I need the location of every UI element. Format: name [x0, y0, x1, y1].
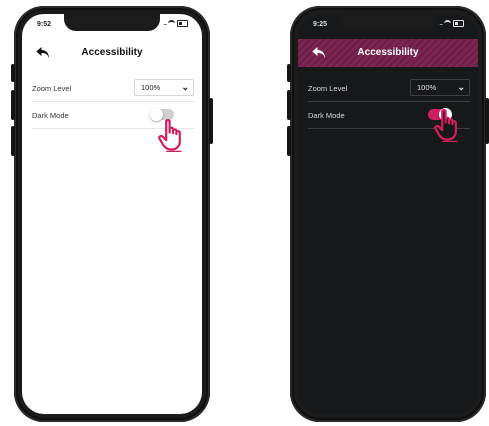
volume-down-button [287, 126, 291, 156]
chevron-down-icon: ⌄ [181, 82, 189, 92]
wifi-icon [168, 20, 175, 27]
screen: 9:25 .... Accessibility Zoom Level 100% … [298, 14, 478, 414]
notch [64, 14, 160, 31]
screen: 9:52 .... Accessibility Zoom Level 100% … [22, 14, 202, 414]
silent-switch [11, 64, 15, 82]
status-icons: .... [439, 20, 464, 27]
hand-pointer-icon [434, 109, 458, 142]
page-title: Accessibility [81, 47, 143, 58]
hand-pointer-icon [158, 119, 182, 152]
status-time: 9:52 [37, 21, 52, 28]
status-time: 9:25 [313, 21, 328, 28]
phone-dark-mode: 9:25 .... Accessibility Zoom Level 100% … [287, 6, 489, 422]
zoom-level-value: 100% [417, 83, 437, 92]
power-button [209, 98, 213, 144]
battery-icon [177, 20, 188, 27]
notch [340, 14, 436, 31]
app-header: Accessibility [298, 39, 478, 67]
battery-icon [453, 20, 464, 27]
signal-icon: .... [163, 20, 167, 27]
zoom-level-row: Zoom Level 100% ⌄ [308, 75, 470, 102]
volume-down-button [11, 126, 15, 156]
zoom-level-value: 100% [141, 83, 161, 92]
power-button [485, 98, 489, 144]
wifi-icon [444, 20, 451, 27]
phone-light-mode: 9:52 .... Accessibility Zoom Level 100% … [11, 6, 213, 422]
signal-icon: .... [439, 20, 443, 27]
zoom-level-select[interactable]: 100% ⌄ [134, 79, 194, 96]
app-header: Accessibility [22, 39, 202, 67]
page-title: Accessibility [357, 47, 419, 58]
chevron-down-icon: ⌄ [457, 82, 465, 92]
silent-switch [287, 64, 291, 82]
volume-up-button [11, 90, 15, 120]
zoom-level-select[interactable]: 100% ⌄ [410, 79, 470, 96]
volume-up-button [287, 90, 291, 120]
zoom-level-row: Zoom Level 100% ⌄ [32, 75, 194, 102]
status-icons: .... [163, 20, 188, 27]
